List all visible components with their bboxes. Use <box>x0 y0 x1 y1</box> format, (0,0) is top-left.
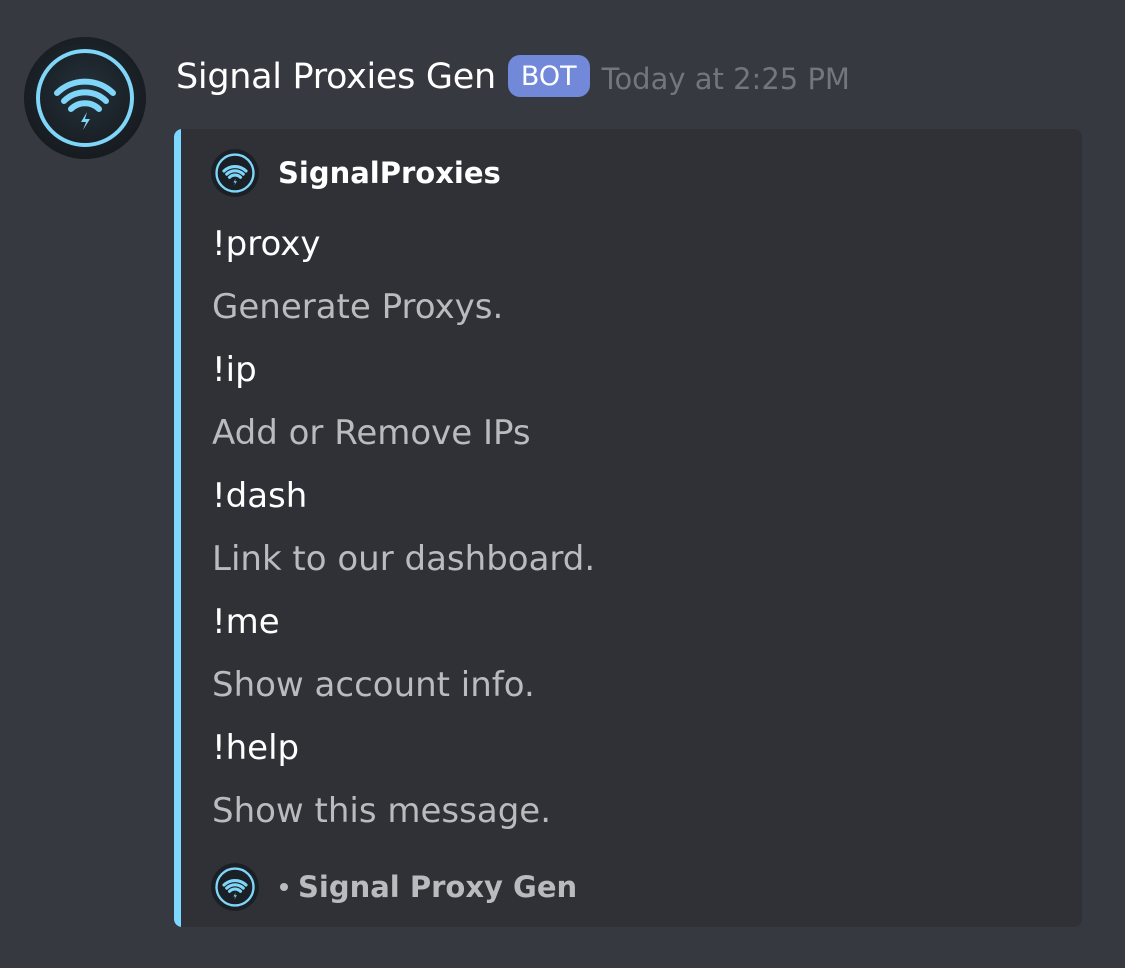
field-name: !proxy <box>212 224 321 264</box>
field-value: Add or Remove IPs <box>212 413 531 453</box>
embed-field: !proxy Generate Proxys. <box>212 213 1052 339</box>
embed-fields: !proxy Generate Proxys. !ip Add or Remov… <box>212 213 1052 843</box>
embed-author-name: SignalProxies <box>278 156 501 190</box>
field-name: !ip <box>212 350 257 390</box>
embed-author: SignalProxies <box>211 149 501 197</box>
message-timestamp: Today at 2:25 PM <box>601 62 850 96</box>
field-value: Link to our dashboard. <box>212 539 596 579</box>
chat-message: Signal Proxies Gen BOT Today at 2:25 PM … <box>0 0 1125 968</box>
wifi-icon <box>211 149 259 197</box>
embed-field: !ip Add or Remove IPs <box>212 339 1052 465</box>
embed-field: !me Show account info. <box>212 591 1052 717</box>
field-value: Generate Proxys. <box>212 287 504 327</box>
message-header: Signal Proxies Gen BOT Today at 2:25 PM <box>176 52 850 102</box>
field-name: !dash <box>212 476 308 516</box>
bot-badge: BOT <box>507 55 590 97</box>
field-value: Show account info. <box>212 665 535 705</box>
footer-separator-dot <box>280 883 288 891</box>
avatar[interactable] <box>24 37 146 159</box>
embed-accent-bar <box>174 129 181 927</box>
embed-footer: Signal Proxy Gen <box>211 863 577 911</box>
wifi-icon <box>24 37 146 159</box>
footer-text: Signal Proxy Gen <box>298 870 578 904</box>
wifi-icon <box>211 863 259 911</box>
field-value: Show this message. <box>212 791 552 831</box>
embed-field: !help Show this message. <box>212 717 1052 843</box>
embed: SignalProxies !proxy Generate Proxys. !i… <box>174 129 1082 927</box>
field-name: !help <box>212 728 300 768</box>
field-name: !me <box>212 602 280 642</box>
author-name[interactable]: Signal Proxies Gen <box>176 57 496 97</box>
embed-field: !dash Link to our dashboard. <box>212 465 1052 591</box>
